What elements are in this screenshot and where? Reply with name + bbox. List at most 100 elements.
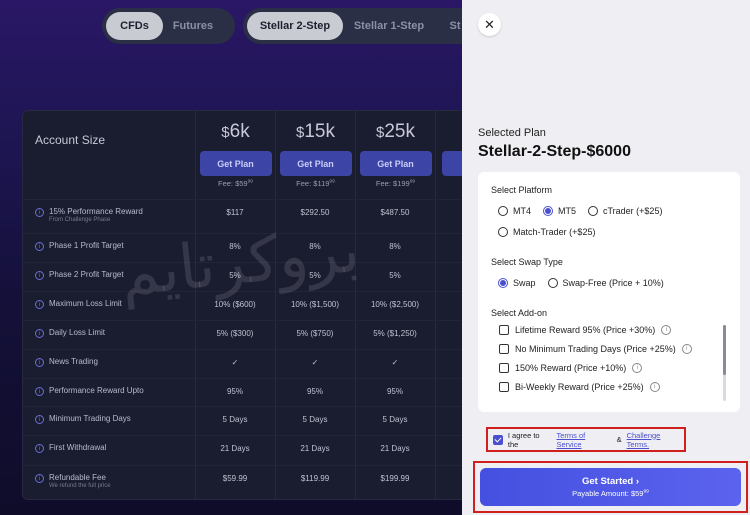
addon-scrollbar[interactable]	[723, 325, 726, 401]
table-cell: $199.99	[380, 474, 410, 483]
table-cell: 5%	[389, 271, 401, 280]
close-button[interactable]: ✕	[478, 13, 501, 36]
table-cell: 95%	[386, 387, 403, 396]
terms-agreement: I agree to the Terms of Service & Challe…	[486, 427, 686, 452]
info-icon[interactable]: i	[35, 415, 44, 424]
table-cell: 5% ($300)	[216, 329, 254, 338]
radio-icon	[547, 278, 558, 288]
platform-mt5[interactable]: MT5	[543, 206, 576, 216]
table-cell: $59.99	[222, 474, 248, 483]
radio-icon	[498, 227, 508, 237]
checkbox-icon	[499, 325, 509, 335]
get-plan-button[interactable]: Get Plan	[279, 151, 352, 176]
row-divider	[23, 378, 462, 379]
table-cell: 5 Days	[382, 415, 408, 424]
pricing-table: Account Size $6k Get Plan Fee: $5999 $15…	[22, 110, 462, 500]
table-cell: 5% ($1,250)	[373, 329, 417, 338]
table-row-label: i 15% Performance Reward From Challenge Ph…	[35, 207, 195, 223]
row-divider	[23, 435, 462, 436]
table-cell: 21 Days	[380, 444, 410, 453]
platform-ctrader[interactable]: cTrader (+$25)	[588, 206, 662, 216]
addon-no-min-days[interactable]: No Minimum Trading Days (Price +25%) i	[499, 344, 692, 354]
addon-150-reward[interactable]: 150% Reward (Price +10%) i	[499, 363, 643, 373]
info-icon[interactable]: i	[649, 382, 660, 392]
table-cell: 10% ($1,500)	[290, 300, 340, 309]
radio-checked-icon	[498, 278, 508, 288]
table-row-label: i Refundable Fee We refund the full price	[35, 473, 195, 489]
swap-options: Swap Swap-Free (Price + 10%)	[498, 278, 664, 288]
info-icon[interactable]: i	[35, 271, 44, 280]
platform-match-trader[interactable]: Match-Trader (+$25)	[498, 227, 595, 237]
plan-toggle: Stellar 2-Step Stellar 1-Step St	[243, 8, 462, 44]
info-icon[interactable]: i	[681, 344, 692, 354]
table-cell: 5% ($750)	[296, 329, 334, 338]
table-cell: ✓	[311, 358, 319, 367]
info-icon[interactable]: i	[632, 363, 643, 373]
tab-stellar-2-step[interactable]: Stellar 2-Step	[247, 12, 343, 40]
table-cell: ✓	[391, 358, 399, 367]
get-plan-button[interactable]: Get Plan	[359, 151, 432, 176]
tab-stellar-other[interactable]: St	[435, 12, 462, 40]
info-icon[interactable]: i	[35, 358, 44, 367]
table-row-label: i News Trading	[35, 357, 195, 367]
checkbox-icon	[499, 382, 509, 392]
plan-size: $15k	[296, 121, 335, 142]
info-icon[interactable]: i	[35, 242, 44, 251]
platform-options-2: Match-Trader (+$25)	[498, 227, 595, 237]
info-icon[interactable]: i	[661, 325, 672, 335]
table-cell: $487.50	[380, 208, 410, 217]
table-cell: $119.99	[300, 474, 330, 483]
plan-fee: Fee: $5999	[217, 179, 254, 188]
addon-lifetime-reward[interactable]: Lifetime Reward 95% (Price +30%) i	[499, 325, 672, 335]
plan-column-partial: $	[435, 111, 462, 499]
table-cell: 5 Days	[222, 415, 248, 424]
info-icon[interactable]: i	[35, 329, 44, 338]
tab-stellar-1-step[interactable]: Stellar 1-Step	[343, 12, 435, 40]
selected-plan-value: Stellar-2-Step-$6000	[478, 143, 631, 160]
table-cell: 21 Days	[220, 444, 250, 453]
addon-bi-weekly[interactable]: Bi-Weekly Reward (Price +25%) i	[499, 382, 660, 392]
plan-fee: Fee: $19999	[375, 179, 416, 188]
table-cell: 95%	[226, 387, 243, 396]
account-size-label: Account Size	[35, 133, 106, 147]
plan-size: $	[436, 121, 462, 143]
info-icon[interactable]: i	[35, 208, 44, 217]
get-started-button[interactable]: Get Started › Payable Amount: $5999	[480, 468, 741, 506]
platform-mt4[interactable]: MT4	[498, 206, 531, 216]
radio-icon	[588, 206, 598, 216]
get-plan-button[interactable]: Get Plan	[199, 151, 272, 176]
table-row-label: i Daily Loss Limit	[35, 328, 195, 338]
terms-of-service-link[interactable]: Terms of Service	[556, 431, 611, 449]
info-icon[interactable]: i	[35, 300, 44, 309]
account-type-toggle: CFDs Futures	[102, 8, 235, 44]
close-icon: ✕	[484, 16, 495, 32]
plan-size: $25k	[376, 121, 415, 142]
plan-size: $6k	[221, 121, 250, 142]
table-cell: 10% ($2,500)	[370, 300, 420, 309]
table-cell: 21 Days	[300, 444, 330, 453]
radio-icon	[498, 206, 508, 216]
table-row-label: i Minimum Trading Days	[35, 414, 195, 424]
row-divider	[23, 349, 462, 350]
get-plan-button[interactable]	[442, 151, 462, 176]
tab-futures[interactable]: Futures	[163, 12, 223, 40]
swap-free[interactable]: Swap-Free (Price + 10%)	[547, 278, 664, 288]
tab-cfds[interactable]: CFDs	[106, 12, 163, 40]
swap-standard[interactable]: Swap	[498, 278, 536, 288]
addon-title: Select Add-on	[491, 308, 548, 318]
checkbox-icon	[499, 344, 509, 354]
table-cell: 8%	[389, 242, 401, 251]
plan-fee: Fee: $11999	[296, 179, 335, 188]
info-icon[interactable]: i	[35, 387, 44, 396]
radio-checked-icon	[543, 206, 553, 216]
info-icon[interactable]: i	[35, 474, 44, 483]
challenge-terms-link[interactable]: Challenge Terms.	[627, 431, 684, 449]
plan-checkout-panel: ✕ Selected Plan Stellar-2-Step-$6000 Sel…	[462, 0, 750, 515]
info-icon[interactable]: i	[35, 444, 44, 453]
row-divider	[23, 199, 462, 200]
terms-checkbox[interactable]	[493, 434, 503, 445]
row-divider	[23, 406, 462, 407]
table-cell: 5 Days	[302, 415, 328, 424]
pricing-page: CFDs Futures Stellar 2-Step Stellar 1-St…	[0, 0, 462, 515]
table-cell: ✓	[231, 358, 239, 367]
